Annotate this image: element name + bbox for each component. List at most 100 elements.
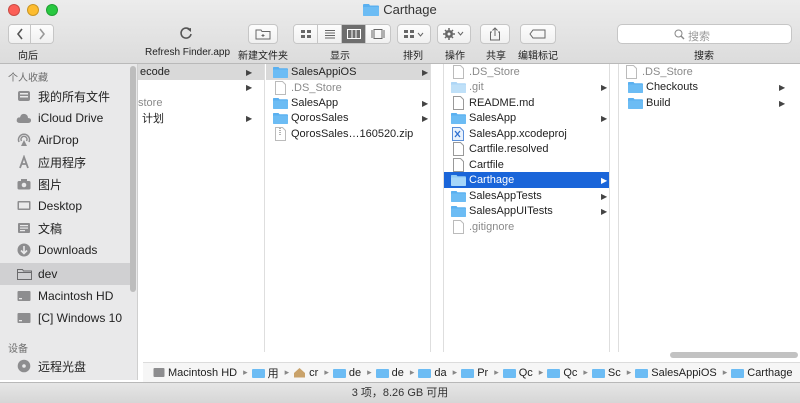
list-item[interactable]: ecode ▶ xyxy=(138,64,264,80)
path-item[interactable]: Macintosh HD xyxy=(153,367,237,379)
arrange-button[interactable] xyxy=(397,24,431,44)
sidebar-item-icloud[interactable]: iCloud Drive xyxy=(0,107,130,129)
list-item[interactable]: QorosSales ▶ xyxy=(266,110,430,126)
sidebar-item-downloads[interactable]: Downloads xyxy=(0,239,130,261)
item-label: store xyxy=(138,97,163,109)
list-item[interactable]: SalesApp ▶ xyxy=(444,110,609,126)
folder-icon xyxy=(251,368,265,378)
path-item[interactable]: Qc xyxy=(502,367,533,379)
path-item[interactable]: da xyxy=(418,367,447,379)
xcode-project-icon xyxy=(450,127,466,141)
tag-icon xyxy=(529,29,546,39)
item-label: 计划 xyxy=(142,113,164,125)
path-item[interactable]: Carthage xyxy=(731,367,793,379)
sidebar-item-windows[interactable]: [C] Windows 10 xyxy=(0,307,130,329)
list-item[interactable]: .gitignore xyxy=(444,219,609,235)
list-view-button[interactable] xyxy=(318,25,342,43)
path-item[interactable]: SalesAppiOS xyxy=(635,367,717,379)
gallery-icon xyxy=(371,29,385,39)
list-item[interactable]: SalesApp ▶ xyxy=(266,95,430,111)
cloud-icon xyxy=(16,110,32,126)
list-item[interactable]: .DS_Store xyxy=(619,64,789,80)
sidebar-item-dev[interactable]: dev xyxy=(0,263,130,285)
item-label: Build xyxy=(646,97,671,109)
forward-button[interactable] xyxy=(31,25,53,43)
sidebar-item-airdrop[interactable]: AirDrop xyxy=(0,129,130,151)
action-button[interactable] xyxy=(437,24,471,44)
item-label: .DS_Store xyxy=(291,82,342,94)
search-field[interactable]: 搜索 xyxy=(617,24,792,44)
list-item-selected[interactable]: Carthage ▶ xyxy=(444,172,609,188)
sidebar-item-label: Desktop xyxy=(38,199,83,213)
sidebar-item-pictures[interactable]: 图片 xyxy=(0,173,130,195)
browser-column-1: ecode ▶ ▶ store 计划 ▶ xyxy=(138,64,265,352)
edit-tags-button[interactable] xyxy=(520,24,556,44)
share-button[interactable] xyxy=(480,24,510,44)
path-item-label: Pr xyxy=(477,366,489,379)
folder-icon xyxy=(502,368,516,378)
sidebar-item-label: 我的所有文件 xyxy=(38,89,111,104)
back-forward-control[interactable] xyxy=(8,24,54,44)
gallery-view-button[interactable] xyxy=(366,25,390,43)
list-item[interactable]: SalesAppTests ▶ xyxy=(444,188,609,204)
toolbar: Carthage 向后 Refresh Finder.app 新建文件夹 显示 … xyxy=(0,0,800,64)
sidebar-scrollbar[interactable] xyxy=(130,66,136,292)
path-item[interactable]: 用 xyxy=(251,365,279,381)
sidebar-item-documents[interactable]: 文稿 xyxy=(0,217,130,239)
all-files-icon xyxy=(16,88,32,104)
list-item[interactable]: Checkouts ▶ xyxy=(619,79,789,95)
arrange-icon xyxy=(404,30,424,38)
path-separator-icon: ▸ xyxy=(626,367,632,377)
list-item[interactable]: .DS_Store xyxy=(444,64,609,80)
list-item[interactable]: ▶ xyxy=(138,79,264,95)
sidebar-item-applications[interactable]: 应用程序 xyxy=(0,151,130,173)
list-item[interactable]: 计划 ▶ xyxy=(138,110,264,126)
refresh-icon[interactable] xyxy=(178,25,194,44)
back-button[interactable] xyxy=(9,25,31,43)
item-label: .git xyxy=(469,81,484,93)
folder-icon xyxy=(332,368,346,378)
list-item[interactable]: Build ▶ xyxy=(619,95,789,111)
sidebar-item-label: AirDrop xyxy=(38,133,79,147)
folder-icon xyxy=(731,368,745,378)
path-separator-icon: ▸ xyxy=(324,367,329,377)
path-item[interactable]: Sc xyxy=(591,367,621,379)
applications-icon xyxy=(16,154,32,170)
path-item[interactable]: de xyxy=(332,367,361,379)
path-item-label: Qc xyxy=(563,366,578,379)
item-label: SalesApp xyxy=(291,97,339,109)
list-item[interactable]: Cartfile xyxy=(444,157,609,173)
sidebar-item-remote-disc[interactable]: 远程光盘 xyxy=(0,355,130,377)
chevron-right-icon: ▶ xyxy=(601,82,608,92)
chevron-right-icon: ▶ xyxy=(246,82,253,92)
view-mode-control[interactable] xyxy=(293,24,391,44)
sidebar-item-macintosh-hd[interactable]: Macintosh HD xyxy=(0,285,130,307)
list-item[interactable]: SalesApp.xcodeproj xyxy=(444,126,609,142)
list-item[interactable]: SalesAppUITests ▶ xyxy=(444,203,609,219)
list-item[interactable]: SalesAppiOS ▶ xyxy=(266,64,430,80)
list-item[interactable]: Cartfile.resolved xyxy=(444,141,609,157)
icon-view-button[interactable] xyxy=(294,25,318,43)
list-icon xyxy=(324,30,335,39)
sidebar-item-label: 文稿 xyxy=(38,221,63,236)
new-folder-button[interactable] xyxy=(248,24,278,44)
list-item[interactable]: .DS_Store xyxy=(266,80,430,96)
list-item[interactable]: QorosSales…160520.zip xyxy=(266,126,430,142)
sidebar-item-all-files[interactable]: 我的所有文件 xyxy=(0,85,130,107)
path-item[interactable]: Qc xyxy=(547,367,577,379)
column-view-button[interactable] xyxy=(342,25,366,43)
path-item[interactable]: de xyxy=(375,367,404,379)
sidebar-item-label: 远程光盘 xyxy=(38,359,87,374)
zip-file-icon xyxy=(272,127,288,141)
devices-header: 设备 xyxy=(8,344,28,355)
path-item[interactable]: cr xyxy=(293,367,318,379)
share-label: 共享 xyxy=(486,51,506,62)
list-item[interactable]: README.md xyxy=(444,95,609,111)
list-item[interactable]: .git ▶ xyxy=(444,79,609,95)
path-separator-icon: ▸ xyxy=(452,367,458,377)
path-item[interactable]: Pr xyxy=(461,367,488,379)
sidebar-item-desktop[interactable]: Desktop xyxy=(0,195,130,217)
chevron-right-icon: ▶ xyxy=(422,67,429,77)
list-item[interactable]: store xyxy=(138,95,264,111)
horizontal-scrollbar[interactable] xyxy=(670,352,798,358)
